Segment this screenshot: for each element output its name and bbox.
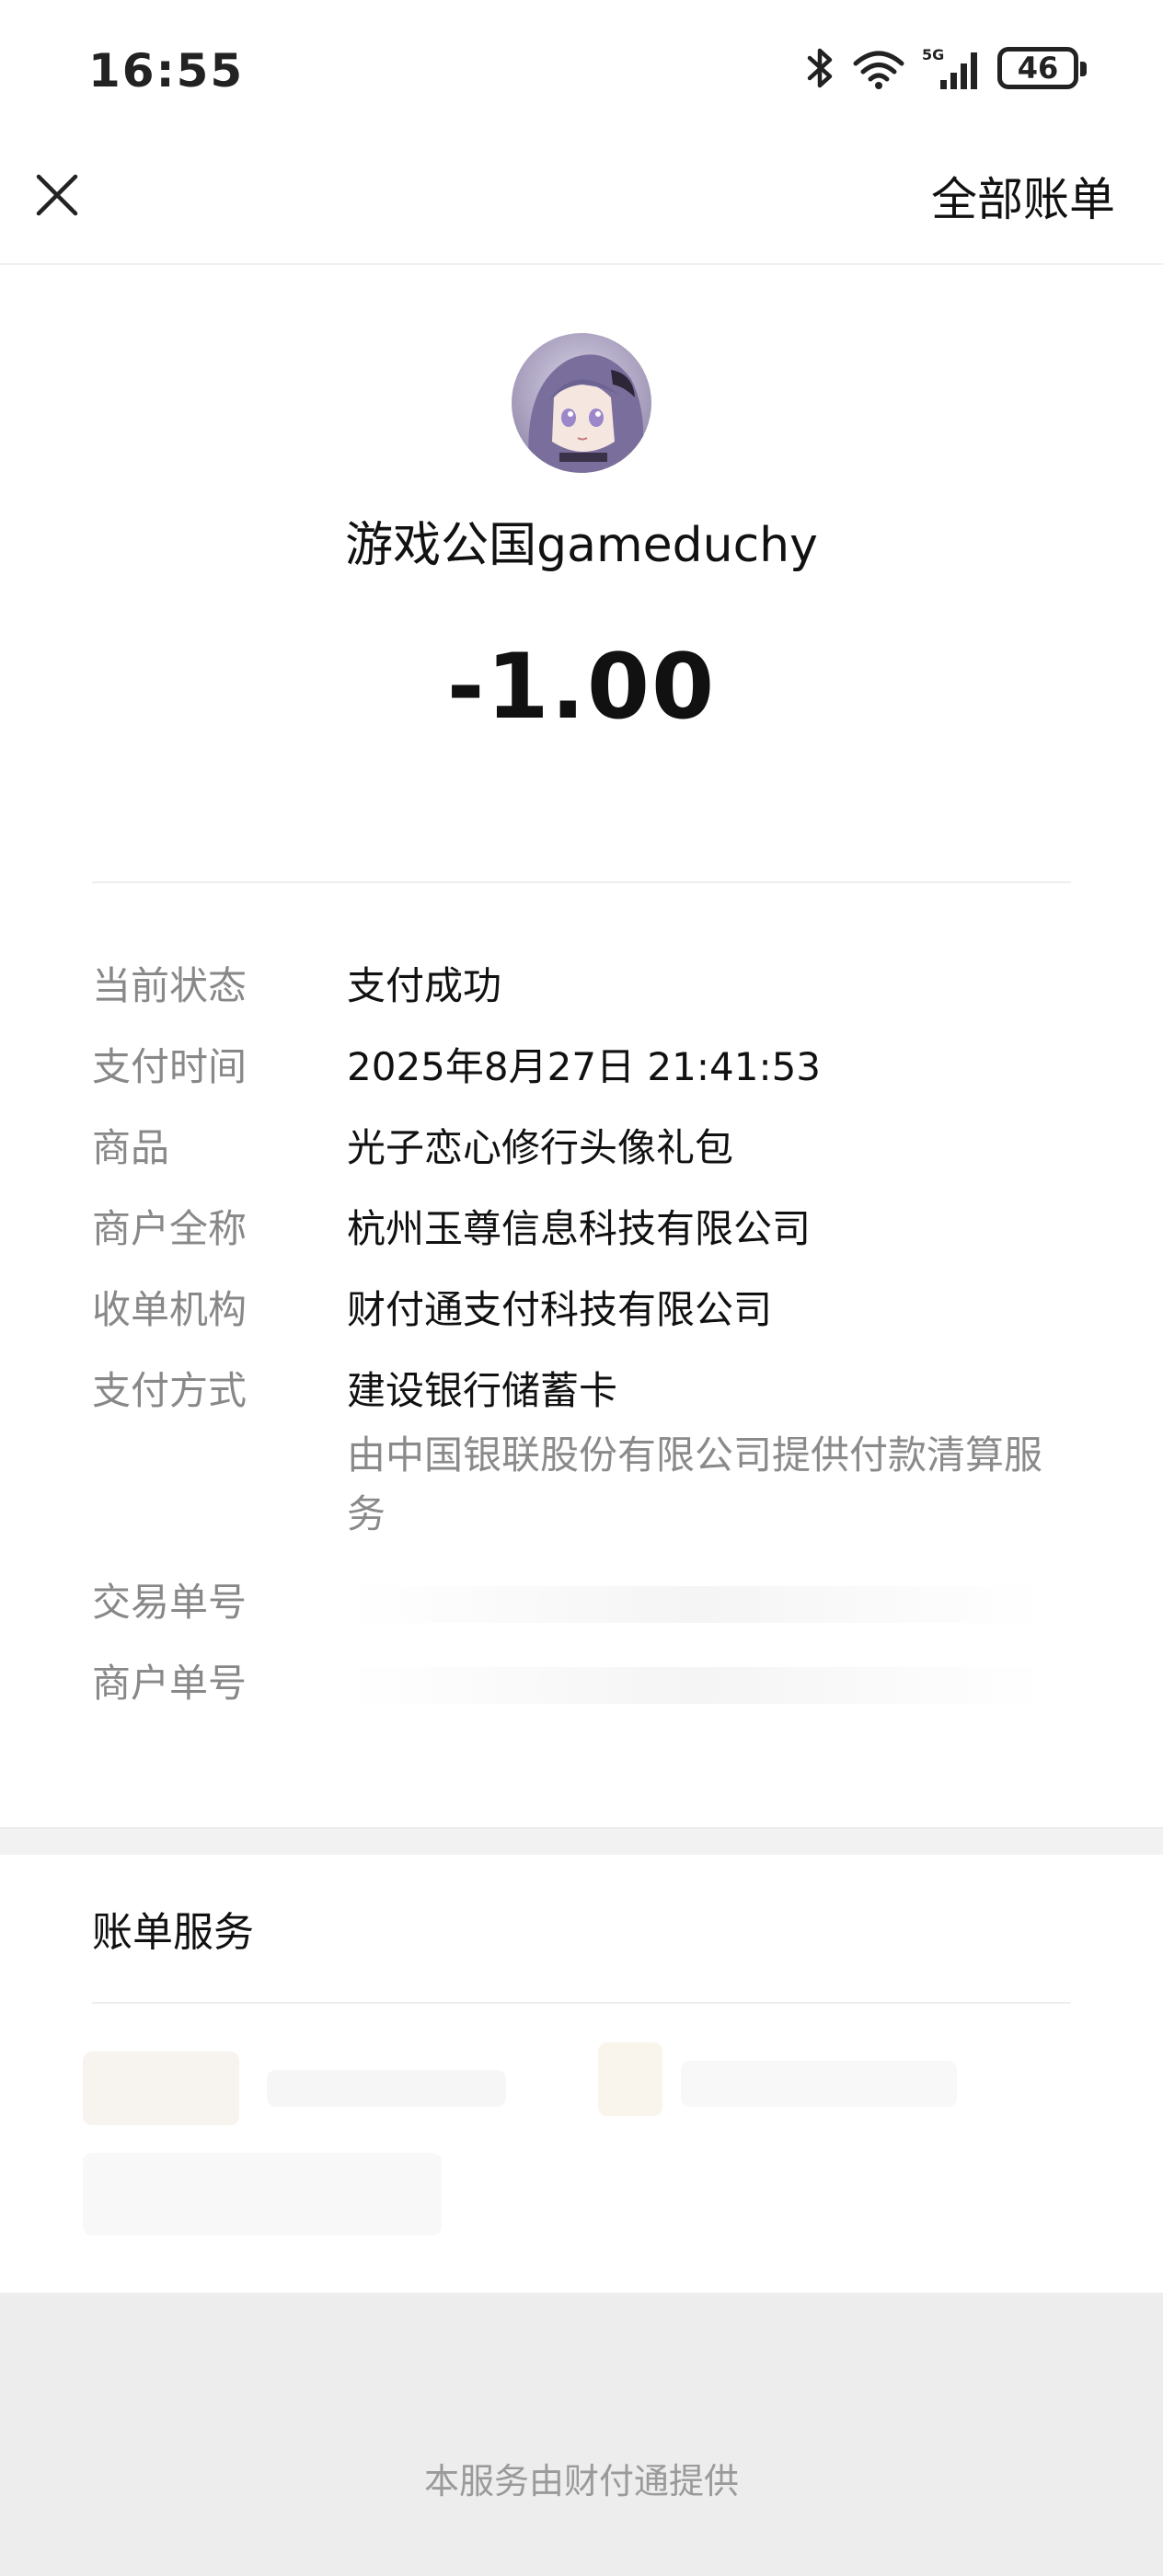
service-item-blurred[interactable] [681,2061,957,2107]
merchant-no-label: 商户单号 [92,1661,248,1706]
service-item-blurred[interactable] [267,2070,506,2107]
service-item-blurred[interactable] [83,2052,239,2125]
status-value: 支付成功 [347,963,502,1008]
service-item-blurred[interactable] [83,2153,442,2236]
merchant-full-name-value: 杭州玉尊信息科技有限公司 [347,1206,812,1251]
anime-avatar-image [512,333,651,473]
bill-services-area [83,2033,1095,2254]
status-icons: 5G 46 [804,40,1087,96]
transaction-no-label: 交易单号 [92,1580,248,1625]
payment-method-note: 由中国银联股份有限公司提供付款清算服务 [347,1432,1043,1536]
payment-method-value: 建设银行储蓄卡 [347,1368,618,1413]
bill-services-title: 账单服务 [92,1909,254,1956]
divider [92,2002,1071,2004]
merchant-name: 游戏公国gameduchy [345,518,818,573]
transaction-no-redacted[interactable] [347,1586,1046,1623]
pay-time-label: 支付时间 [92,1044,248,1089]
status-time: 16:55 [88,44,245,98]
close-icon [36,174,78,216]
service-item-blurred[interactable] [598,2042,662,2116]
acquirer-label: 收单机构 [92,1287,248,1332]
divider [92,881,1071,883]
battery-icon: 46 [997,47,1087,89]
payment-detail-screen: 16:55 5G 46 全部账单 游戏公国gameduchy -1.00 当前状… [0,0,1163,2576]
bluetooth-icon [807,48,833,88]
section-separator [0,1827,1163,1855]
status-label: 当前状态 [92,963,248,1008]
payment-method-label: 支付方式 [92,1368,248,1413]
product-value: 光子恋心修行头像礼包 [347,1125,734,1170]
network-type-label: 5G [922,46,944,63]
acquirer-value: 财付通支付科技有限公司 [347,1287,773,1332]
cellular-signal-icon: 5G [922,46,977,89]
wifi-icon [853,51,904,89]
close-button[interactable] [29,167,85,223]
all-bills-link[interactable]: 全部账单 [931,167,1115,232]
merchant-avatar [512,333,651,473]
footer-provider-text: 本服务由财付通提供 [423,2461,739,2501]
footer: 本服务由财付通提供 [0,2293,1163,2576]
payment-amount: -1.00 [446,635,717,740]
pay-time-value: 2025年8月27日 21:41:53 [347,1044,822,1089]
top-nav-bar: 全部账单 [0,147,1163,265]
merchant-no-redacted[interactable] [347,1667,1046,1704]
battery-level: 46 [1017,51,1059,86]
product-label: 商品 [92,1125,170,1170]
status-bar: 16:55 5G 46 [0,0,1163,147]
merchant-full-name-label: 商户全称 [92,1206,248,1251]
